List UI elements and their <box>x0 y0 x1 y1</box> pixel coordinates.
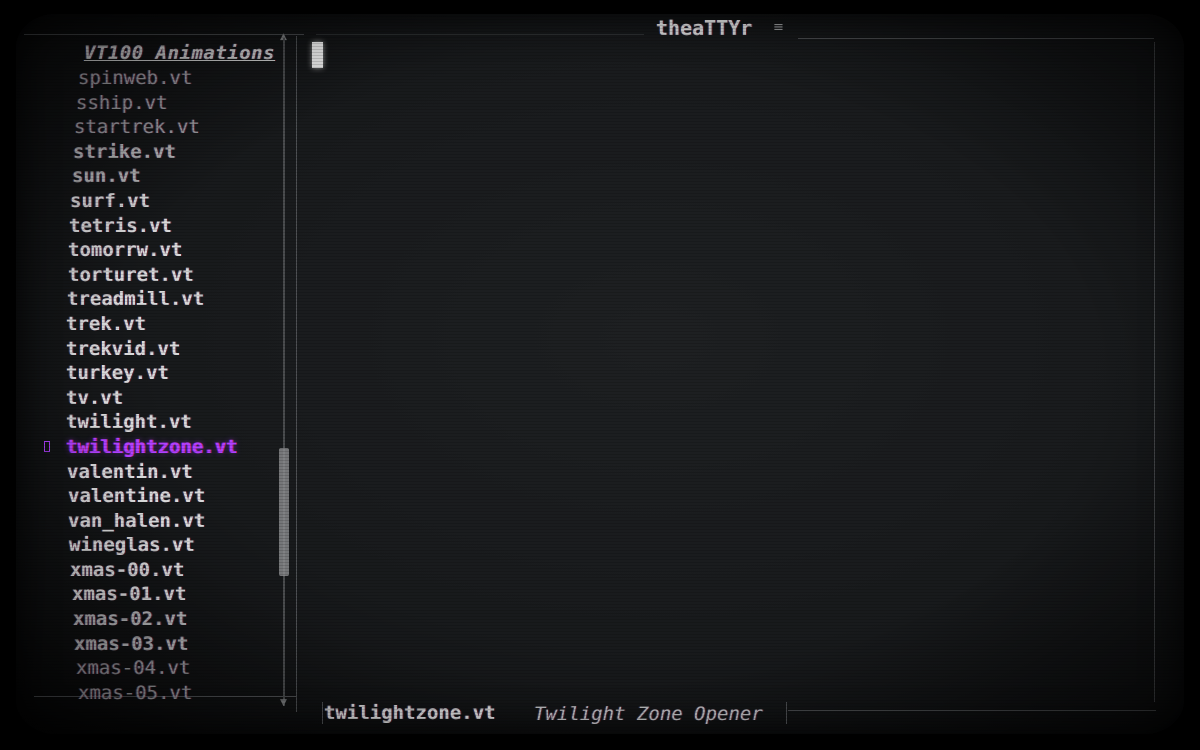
crt-display: VT100 Animations spinweb.vt sship.vt start… <box>0 0 1200 750</box>
status-left-bracket <box>322 702 323 724</box>
list-item[interactable]: surf.vt <box>36 189 298 214</box>
list-item[interactable]: treadmill.vt <box>36 287 298 312</box>
list-item[interactable]: xmas-04.vt <box>36 656 298 681</box>
list-item[interactable]: tetris.vt <box>36 214 298 239</box>
list-item-label: startrek.vt <box>74 116 200 139</box>
list-item[interactable]: tv.vt <box>36 386 298 411</box>
list-item[interactable]: xmas-02.vt <box>36 607 298 632</box>
scroll-track[interactable] <box>283 38 285 706</box>
list-item-label: twilight.vt <box>66 411 192 434</box>
list-item-label: trekvid.vt <box>66 337 181 360</box>
list-item-label: trek.vt <box>66 312 147 335</box>
list-item[interactable]: valentin.vt <box>36 460 298 485</box>
list-item[interactable]: xmas-03.vt <box>36 632 298 657</box>
list-item-label: spinweb.vt <box>78 67 193 89</box>
list-item-label: xmas-01.vt <box>72 583 187 606</box>
sidebar-title: VT100 Animations <box>84 42 276 64</box>
list-item-label: sship.vt <box>76 91 168 114</box>
status-description: Twilight Zone Opener <box>534 703 763 725</box>
list-item-label: xmas-05.vt <box>78 681 193 704</box>
list-item-label: twilightzone.vt <box>66 435 238 458</box>
list-item-label: tetris.vt <box>69 214 172 237</box>
list-item[interactable]: sun.vt <box>36 164 298 189</box>
list-item[interactable]: trek.vt <box>36 312 298 337</box>
list-item[interactable]: tomorrw.vt <box>36 238 298 263</box>
list-item[interactable]: xmas-01.vt <box>36 582 298 607</box>
list-item[interactable]: van_halen.vt <box>36 509 298 534</box>
selection-marker-icon <box>44 440 50 452</box>
list-item-label: turkey.vt <box>66 362 169 385</box>
list-item[interactable]: wineglas.vt <box>36 533 298 558</box>
list-item[interactable]: turkey.vt <box>36 361 298 386</box>
list-item-label: strike.vt <box>73 140 176 163</box>
list-item-label: wineglas.vt <box>69 534 195 557</box>
list-item[interactable]: valentine.vt <box>36 484 298 509</box>
menu-icon[interactable]: ≡ <box>773 20 785 35</box>
list-item[interactable]: sship.vt <box>36 91 298 116</box>
window-title: theaTTYr <box>656 16 753 40</box>
list-item-label: valentine.vt <box>68 485 206 508</box>
top-frame-right <box>316 34 644 35</box>
list-item-label: treadmill.vt <box>67 288 205 311</box>
list-item-label: torturet.vt <box>68 263 194 286</box>
list-item-selected[interactable]: twilightzone.vt <box>36 435 298 460</box>
file-list: spinweb.vt sship.vt startrek.vt strike.vt su… <box>36 66 298 705</box>
scroll-down-arrow-icon[interactable]: ▼ <box>280 698 287 708</box>
list-item-label: tomorrw.vt <box>68 239 183 262</box>
list-item[interactable]: twilight.vt <box>36 410 298 435</box>
terminal-output[interactable] <box>300 38 1160 698</box>
bottom-frame-right <box>788 710 1156 711</box>
list-item[interactable]: trekvid.vt <box>36 337 298 362</box>
list-item-label: van_halen.vt <box>68 509 206 532</box>
scroll-thumb[interactable] <box>279 448 289 576</box>
animation-list-panel: VT100 Animations spinweb.vt sship.vt start… <box>36 34 298 714</box>
list-item-label: surf.vt <box>70 189 151 212</box>
sidebar-scrollbar[interactable]: ▲ ▼ <box>278 32 292 708</box>
list-item-label: xmas-03.vt <box>74 632 189 655</box>
list-item-label: xmas-00.vt <box>70 558 185 581</box>
list-item-label: xmas-02.vt <box>73 608 188 631</box>
list-item[interactable]: torturet.vt <box>36 263 298 288</box>
list-item[interactable]: xmas-00.vt <box>36 558 298 583</box>
list-item[interactable]: strike.vt <box>36 140 298 165</box>
list-item-label: tv.vt <box>66 386 124 409</box>
list-item[interactable]: startrek.vt <box>36 115 298 140</box>
list-item-label: valentin.vt <box>67 460 193 483</box>
list-item[interactable]: xmas-05.vt <box>36 681 298 706</box>
list-item-label: xmas-04.vt <box>76 657 191 680</box>
status-right-bracket <box>786 702 787 724</box>
text-cursor <box>312 42 323 68</box>
list-item-label: sun.vt <box>72 165 141 188</box>
terminal-screen: VT100 Animations spinweb.vt sship.vt start… <box>16 14 1184 734</box>
list-item[interactable]: spinweb.vt <box>36 66 298 91</box>
status-filename: twilightzone.vt <box>324 702 496 724</box>
